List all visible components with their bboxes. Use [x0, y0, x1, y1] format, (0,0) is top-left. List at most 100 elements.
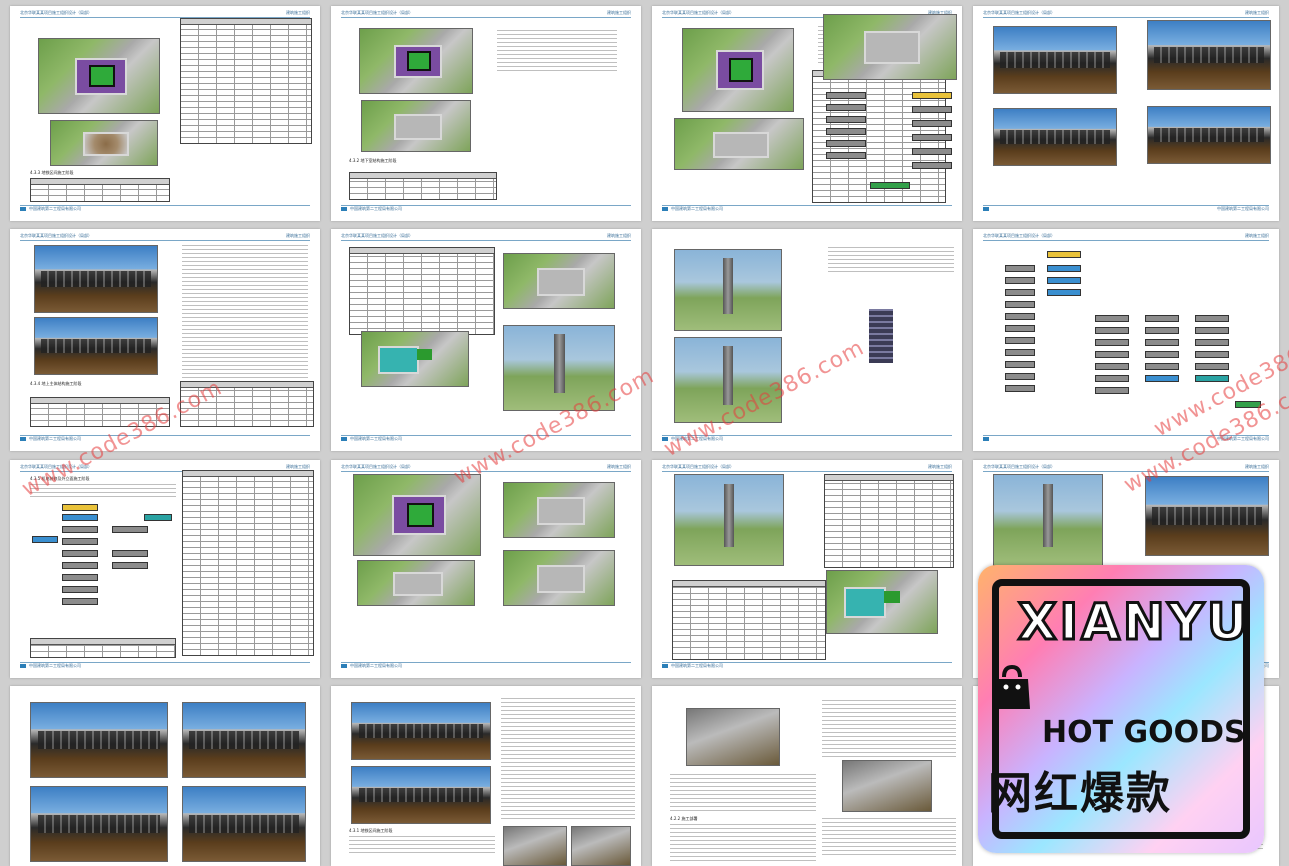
section-diagram-image — [1147, 20, 1271, 90]
page-header-left: 北京华联某某项目施工组织设计（局部） — [341, 10, 413, 15]
flow-node — [1005, 373, 1035, 380]
page-footer: 中国建筑第二工程局有限公司 — [350, 436, 402, 441]
company-logo-icon — [20, 207, 26, 211]
page-header-left: 北京华联某某项目施工组织设计（局部） — [662, 10, 734, 15]
page-thumbnail-10[interactable]: 北京华联某某项目施工组织设计（局部） 建筑施工组织 中国建筑第二工程局有限公司 — [331, 460, 641, 678]
flow-node — [912, 106, 952, 113]
page-thumbnail-7[interactable]: 中国建筑第二工程局有限公司 — [652, 229, 962, 451]
section-diagram-image — [182, 702, 306, 778]
page-footer: 中国建筑第二工程局有限公司 — [671, 663, 723, 668]
flow-node — [1005, 289, 1035, 296]
company-logo-icon — [341, 437, 347, 441]
flow-node — [826, 104, 866, 111]
flow-node — [1195, 363, 1229, 370]
company-logo-icon — [341, 207, 347, 211]
tower-render-image — [993, 474, 1103, 566]
site-photo-image — [503, 826, 567, 866]
flow-node — [62, 586, 98, 593]
page-footer: 中国建筑第二工程局有限公司 — [671, 206, 723, 211]
site-plan-image — [361, 100, 471, 152]
flow-node — [912, 92, 952, 99]
flow-node — [62, 504, 98, 511]
flow-node — [62, 526, 98, 533]
site-photo-image — [571, 826, 631, 866]
body-text — [182, 245, 308, 381]
section-diagram-image — [1147, 106, 1271, 164]
flow-node — [62, 598, 98, 605]
page-thumbnail-13[interactable] — [10, 686, 320, 866]
flow-node — [1195, 351, 1229, 358]
flow-node — [1005, 265, 1035, 272]
page-thumbnail-14[interactable]: 4.3.1 地铁区间施工阶段 — [331, 686, 641, 866]
content-table — [349, 172, 497, 200]
section-diagram-image — [34, 245, 158, 313]
section-diagram-image — [351, 766, 491, 824]
page-thumbnail-9[interactable]: 北京华联某某项目施工组织设计（局部） 建筑施工组织 4.3.5 机电装修及外立面施… — [10, 460, 320, 678]
site-photo-image — [686, 708, 780, 766]
site-plan-image — [674, 118, 804, 170]
flow-node — [1095, 363, 1129, 370]
content-table — [824, 474, 954, 568]
ad-tagline: HOT GOODS — [1042, 715, 1246, 750]
page-thumbnail-4[interactable]: 北京华联某某项目施工组织设计（局部） 建筑施工组织 中国建筑第二工程局有限公司 — [973, 6, 1279, 221]
company-logo-icon — [662, 664, 668, 668]
company-logo-icon — [983, 437, 989, 441]
flow-node — [112, 550, 148, 557]
page-thumbnail-15[interactable]: 4.2.2 施工部署 — [652, 686, 962, 866]
page-thumbnail-1[interactable]: 北京华联某某项目施工组织设计（局部） 建筑施工组织 4.3.3 地铁区间施工阶段 … — [10, 6, 320, 221]
page-header-left: 北京华联某某项目施工组织设计（局部） — [20, 10, 92, 15]
page-thumbnail-11[interactable]: 北京华联某某项目施工组织设计（局部） 建筑施工组织 中国建筑第二工程局有限公司 — [652, 460, 962, 678]
page-header-right: 建筑施工组织 — [286, 233, 310, 238]
site-plan-image — [826, 570, 938, 634]
xianyu-ad-banner[interactable]: XIANYU HOT GOODS 网红爆款 — [978, 565, 1264, 853]
content-table — [30, 638, 176, 658]
flow-node — [1145, 363, 1179, 370]
flow-node — [112, 562, 148, 569]
flow-node — [1095, 327, 1129, 334]
body-text — [822, 818, 956, 858]
page-footer: 中国建筑第二工程局有限公司 — [29, 206, 81, 211]
flow-node — [1095, 351, 1129, 358]
page-header-right: 建筑施工组织 — [1245, 233, 1269, 238]
excavation-image — [50, 120, 158, 166]
site-plan-image — [503, 253, 615, 309]
flow-node — [1095, 387, 1129, 394]
company-logo-icon — [20, 437, 26, 441]
section-diagram-image — [30, 702, 168, 778]
flow-node — [1145, 351, 1179, 358]
flow-node — [1195, 339, 1229, 346]
section-diagram-image — [30, 786, 168, 862]
ad-chinese-title: 网红爆款 — [988, 768, 1172, 819]
page-header-left: 北京华联某某项目施工组织设计（局部） — [983, 233, 1055, 238]
site-plan-image — [823, 14, 957, 80]
body-text — [828, 247, 954, 275]
body-text — [670, 774, 816, 814]
flow-node — [1005, 361, 1035, 368]
flow-node — [1145, 327, 1179, 334]
flow-node — [912, 148, 952, 155]
page-header-left: 北京华联某某项目施工组织设计（局部） — [662, 464, 734, 469]
page-header-left: 北京华联某某项目施工组织设计（局部） — [983, 464, 1055, 469]
section-diagram-image — [34, 317, 158, 375]
flow-node — [144, 514, 172, 521]
flowchart — [32, 504, 178, 624]
company-logo-icon — [662, 207, 668, 211]
page-header-left: 北京华联某某项目施工组织设计（局部） — [341, 464, 413, 469]
page-overlay-image — [823, 14, 957, 84]
flow-node — [62, 538, 98, 545]
page-thumbnail-2[interactable]: 北京华联某某项目施工组织设计（局部） 建筑施工组织 4.3.2 地下室结构施工阶段… — [331, 6, 641, 221]
page-header-right: 建筑施工组织 — [1245, 10, 1269, 15]
section-diagram-image — [993, 108, 1117, 166]
content-table — [672, 580, 826, 660]
flow-node — [1005, 337, 1035, 344]
flowchart — [826, 92, 956, 202]
section-heading: 4.3.4 地上主体结构施工阶段 — [30, 381, 82, 386]
site-plan-image — [357, 560, 475, 606]
flow-node — [1095, 339, 1129, 346]
page-header-right: 建筑施工组织 — [286, 10, 310, 15]
flow-node — [826, 152, 866, 159]
section-diagram-image — [351, 702, 491, 760]
flow-node — [1047, 251, 1081, 258]
page-header-left: 北京华联某某项目施工组织设计（局部） — [983, 10, 1055, 15]
document-viewer: 北京华联某某项目施工组织设计（局部） 建筑施工组织 4.3.3 地铁区间施工阶段 … — [0, 0, 1289, 866]
